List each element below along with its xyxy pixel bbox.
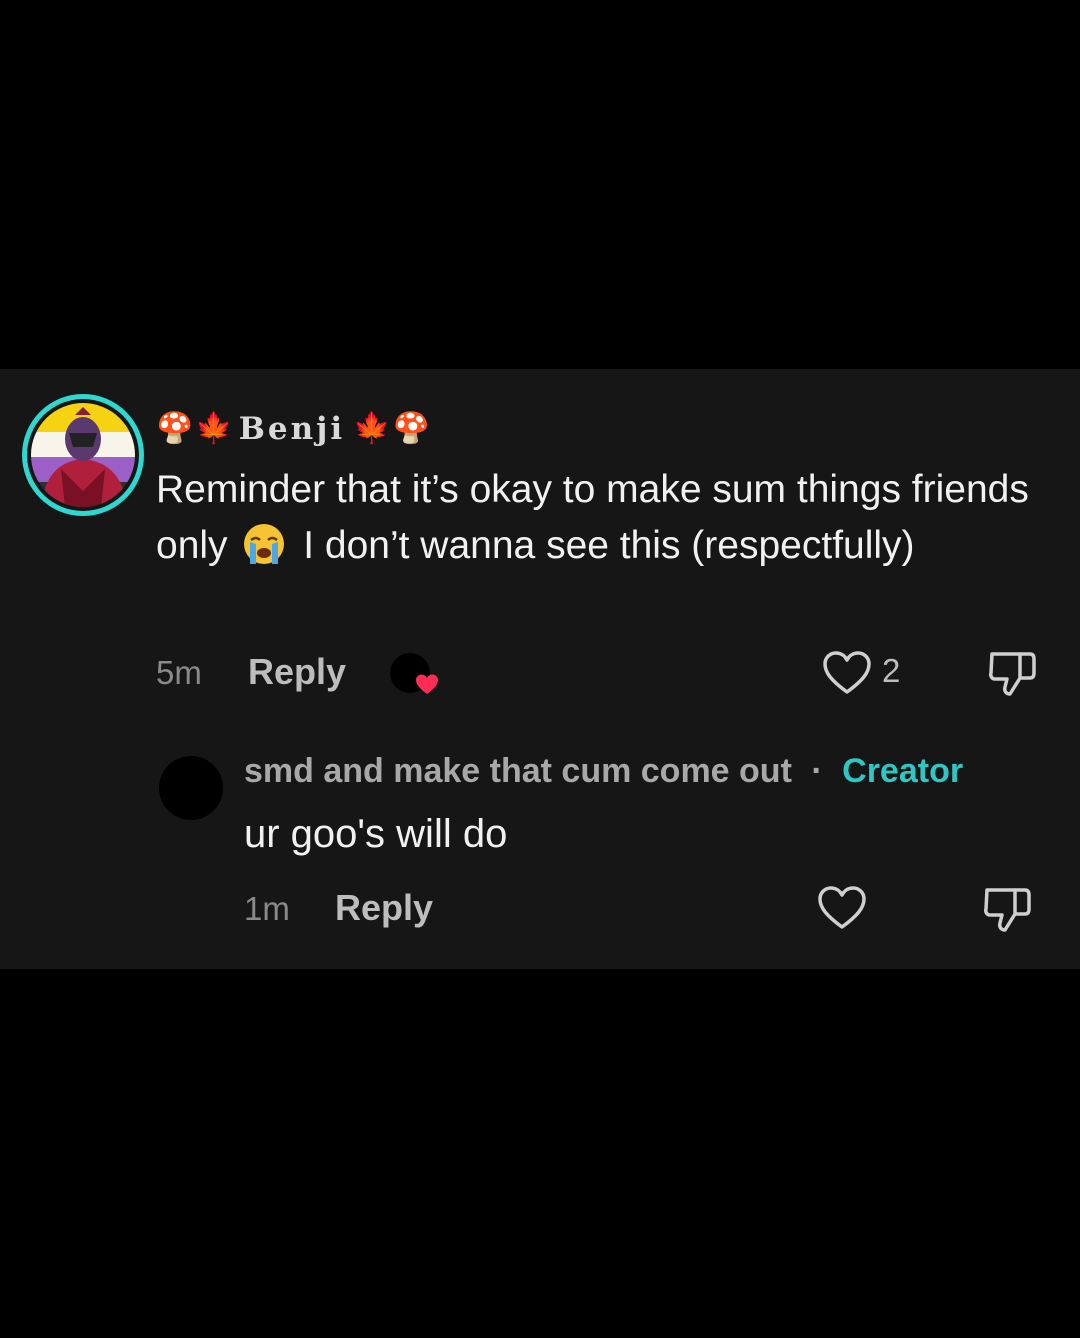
reply-username-line: smd and make that cum come out · Creator	[244, 752, 963, 791]
reply-avatar[interactable]	[159, 756, 223, 820]
crying-face-emoji: 😭	[242, 522, 286, 566]
avatar-figure-icon	[41, 407, 127, 507]
maple-leaf-emoji: 🍁	[353, 411, 391, 446]
commenter-avatar[interactable]	[22, 394, 144, 516]
thumbs-down-icon[interactable]	[981, 884, 1033, 939]
comment-text-part2: I don’t wanna see this (respectfully)	[303, 524, 915, 567]
reply-button[interactable]: Reply	[248, 651, 346, 693]
mushroom-emoji: 🍄	[156, 411, 194, 446]
like-count: 2	[882, 652, 901, 689]
thumbs-down-icon[interactable]	[986, 648, 1038, 703]
commenter-username[interactable]: 🍄 🍁 Benji 🍁 🍄	[156, 404, 430, 454]
creator-badge: Creator	[842, 752, 964, 790]
creator-liked-heart-icon	[389, 652, 445, 698]
comment-body: Reminder that it’s okay to make sum thin…	[156, 462, 1036, 574]
reply-timestamp: 1m	[244, 890, 290, 927]
comment-timestamp: 5m	[156, 654, 202, 691]
heart-outline-icon[interactable]	[822, 650, 872, 701]
separator-dot: ·	[811, 752, 823, 790]
reply-username[interactable]: smd and make that cum come out	[244, 752, 792, 790]
mushroom-emoji: 🍄	[392, 411, 430, 446]
reply-to-reply-button[interactable]: Reply	[335, 887, 433, 929]
maple-leaf-emoji: 🍁	[195, 411, 233, 446]
username-text: Benji	[238, 411, 346, 447]
heart-outline-icon[interactable]	[817, 885, 867, 936]
avatar-image	[31, 403, 135, 507]
reply-body: ur goo's will do	[244, 812, 508, 856]
